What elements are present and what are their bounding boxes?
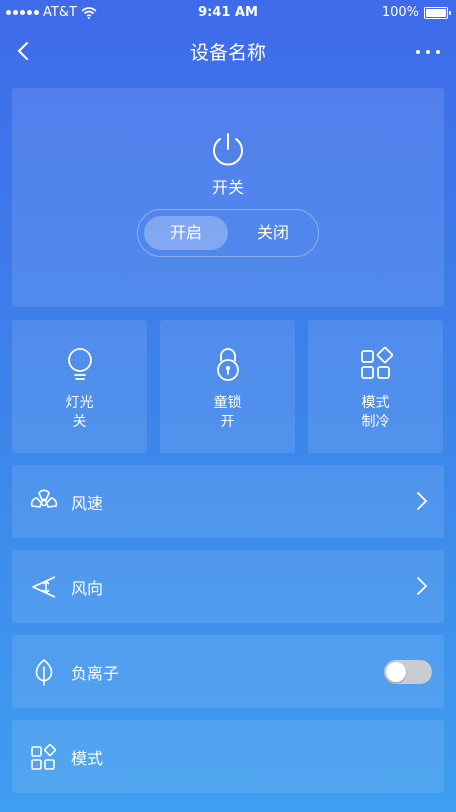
child-lock-tile-name: 童锁 <box>213 395 242 411</box>
chevron-right-icon <box>417 577 428 595</box>
fan-icon <box>30 489 58 508</box>
mode-row-label: 模式 <box>71 749 104 768</box>
leaf-icon <box>35 658 53 686</box>
child-lock-tile[interactable]: 童锁 开 <box>160 320 295 453</box>
page-title: 设备名称 <box>189 42 266 64</box>
battery-percent: 100% <box>381 5 419 20</box>
wind-direction-label: 风向 <box>71 579 104 598</box>
mode-tile-text: 模式 制冷 <box>308 394 443 432</box>
battery-icon <box>424 6 451 19</box>
power-off-button[interactable]: 关闭 <box>234 216 312 250</box>
more-horizontal-icon[interactable] <box>414 40 442 64</box>
fan-speed-row[interactable]: 风速 <box>12 465 444 538</box>
wind-direction-icon <box>32 576 56 598</box>
mode-tile-name: 模式 <box>361 395 390 411</box>
power-segmented-control: 开启 关闭 <box>137 209 319 257</box>
power-label: 开关 <box>211 178 244 197</box>
child-lock-tile-value: 开 <box>220 414 235 430</box>
fan-speed-label: 风速 <box>71 494 104 513</box>
light-tile-text: 灯光 关 <box>12 394 147 432</box>
anion-label: 负离子 <box>71 664 120 683</box>
wind-direction-row[interactable]: 风向 <box>12 550 444 623</box>
anion-row: 负离子 <box>12 635 444 708</box>
power-icon <box>213 133 243 166</box>
light-tile-value: 关 <box>72 414 87 430</box>
modes-icon <box>360 346 393 379</box>
status-bar: AT&T 9:41 AM 100% <box>0 0 456 26</box>
toggle-knob <box>386 662 406 682</box>
power-card: 开关 开启 关闭 <box>12 88 444 307</box>
anion-toggle[interactable] <box>384 660 432 684</box>
mode-tile-value: 制冷 <box>361 414 390 430</box>
child-lock-tile-text: 童锁 开 <box>160 394 295 432</box>
light-tile[interactable]: 灯光 关 <box>12 320 147 453</box>
lock-icon <box>216 348 239 381</box>
mode-row[interactable]: 模式 <box>12 720 444 793</box>
chevron-right-icon <box>417 492 428 510</box>
power-on-button[interactable]: 开启 <box>144 216 228 250</box>
modes-icon <box>31 743 57 770</box>
nav-bar: 设备名称 <box>0 30 456 74</box>
bulb-icon <box>67 348 92 380</box>
status-right: 100% <box>381 5 451 20</box>
mode-tile[interactable]: 模式 制冷 <box>308 320 443 453</box>
light-tile-name: 灯光 <box>65 395 94 411</box>
